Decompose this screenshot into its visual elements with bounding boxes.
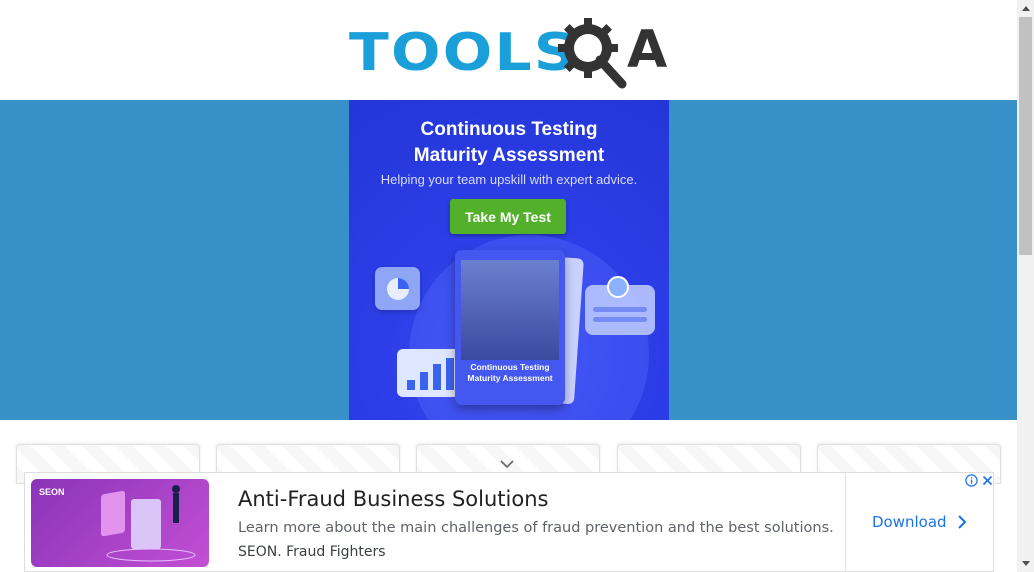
bar-chart-icon (397, 349, 463, 397)
ad-title: Continuous Testing Maturity Assessment (349, 117, 669, 169)
logo-suffix: A (627, 20, 668, 80)
vertical-scrollbar[interactable] (1017, 0, 1034, 572)
pie-chart-icon (375, 267, 420, 310)
ad-divider (845, 473, 846, 572)
scrollbar-thumb[interactable] (1019, 17, 1032, 255)
gear-magnifier-icon (558, 18, 627, 89)
download-label: Download (872, 513, 947, 531)
bottom-ad[interactable]: SEON Anti-Fraud Business Solutions Learn… (24, 472, 994, 572)
avatar-icon (607, 276, 629, 298)
banner-ad[interactable]: Continuous Testing Maturity Assessment H… (349, 100, 669, 420)
site-header: TOOLS A (0, 0, 1017, 100)
ad-title-line2: Maturity Assessment (413, 145, 605, 166)
page: TOOLS A Continuous Testing Maturity Asse… (0, 0, 1034, 572)
ad-card-text: Continuous Testing Maturity Assessment (455, 362, 565, 384)
info-icon[interactable] (963, 473, 979, 488)
ad-card-line2: Maturity Assessment (467, 373, 553, 383)
arrow-down-icon[interactable] (1017, 555, 1034, 572)
team-photo (461, 260, 559, 360)
ad-subtitle: Helping your team upskill with expert ad… (380, 172, 638, 187)
ad-headline[interactable]: Anti-Fraud Business Solutions (238, 487, 548, 511)
ad-card-line1: Continuous Testing (470, 362, 550, 372)
chevron-down-icon[interactable] (499, 458, 515, 470)
toolsqa-logo[interactable]: TOOLS A (349, 14, 674, 92)
banner: Continuous Testing Maturity Assessment H… (0, 100, 1017, 420)
close-icon[interactable] (980, 473, 995, 488)
chevron-right-icon (957, 515, 966, 529)
ad-image: SEON (31, 479, 209, 567)
logo-text: TOOLS (349, 23, 579, 83)
ad-source: SEON. Fraud Fighters (238, 544, 386, 560)
ad-description: Learn more about the main challenges of … (238, 520, 834, 536)
ad-report-card: Continuous Testing Maturity Assessment (455, 250, 565, 405)
ad-title-line1: Continuous Testing (420, 119, 598, 140)
arrow-up-icon[interactable] (1017, 0, 1034, 17)
take-my-test-button[interactable]: Take My Test (450, 199, 566, 234)
download-button[interactable]: Download (872, 513, 967, 531)
